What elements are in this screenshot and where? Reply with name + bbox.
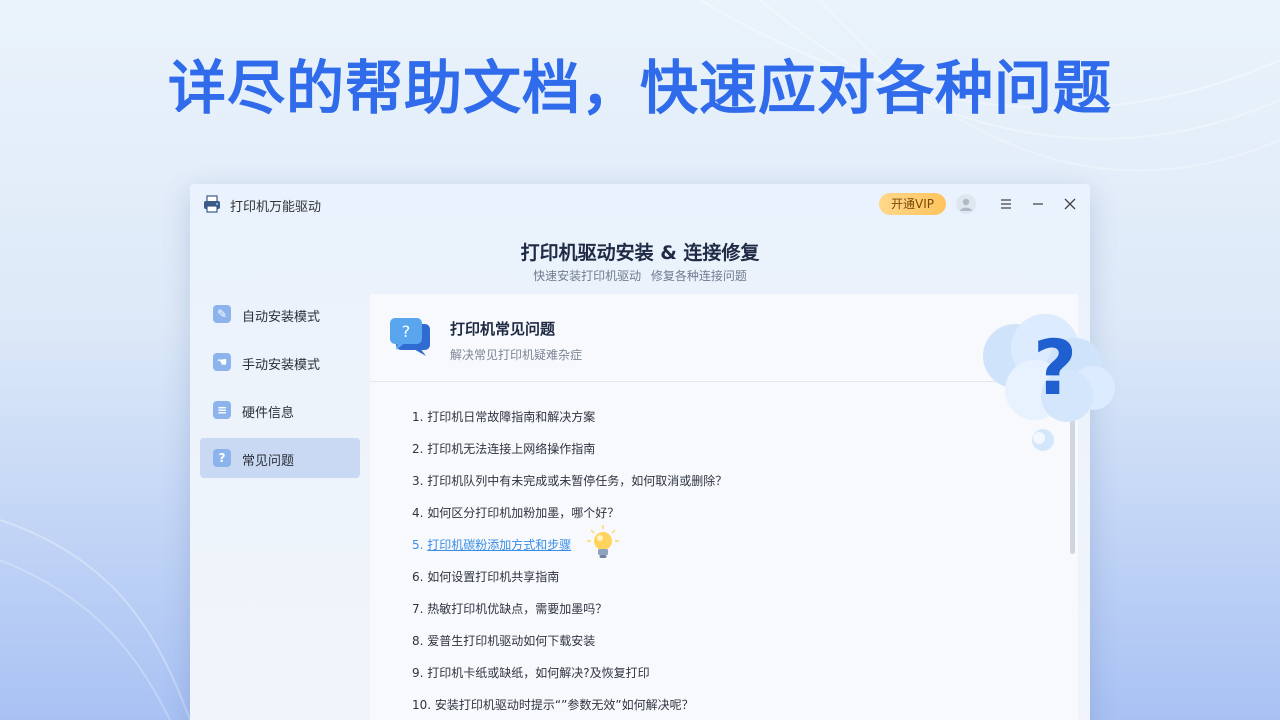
faq-number: 1.: [412, 410, 424, 424]
sidebar-item-manual-install[interactable]: ☚ 手动安装模式: [200, 342, 360, 382]
sidebar-item-hardware-info[interactable]: ≡ 硬件信息: [200, 390, 360, 430]
svg-text:?: ?: [402, 322, 411, 341]
app-name: 打印机万能驱动: [230, 200, 322, 215]
close-icon[interactable]: [1060, 194, 1080, 214]
faq-number: 4.: [412, 506, 424, 520]
question-icon: ?: [213, 449, 231, 467]
faq-text: 如何区分打印机加粉加墨，哪个好？: [427, 506, 620, 520]
printer-icon: [204, 195, 220, 213]
user-icon: [960, 198, 972, 211]
faq-list: 1. 打印机日常故障指南和解决方案 2. 打印机无法连接上网络操作指南 3. 打…: [412, 408, 727, 720]
avatar-icon[interactable]: [956, 194, 976, 214]
faq-number: 7.: [412, 602, 424, 616]
faq-number: 5.: [412, 538, 424, 552]
faq-panel-header: ? 打印机常见问题 解决常见打印机疑难杂症: [370, 294, 1078, 382]
faq-number: 3.: [412, 474, 424, 488]
app-window: 打印机万能驱动 开通VIP 打印机驱动安装 & 连接修复 快速安装打印机驱动 修…: [190, 184, 1090, 720]
faq-number: 9.: [412, 666, 424, 680]
window-subtitle: 快速安装打印机驱动 修复各种连接问题: [533, 269, 747, 283]
faq-item[interactable]: 2. 打印机无法连接上网络操作指南: [412, 440, 727, 472]
svg-text:?: ?: [1033, 323, 1077, 412]
sidebar: ✎ 自动安装模式 ☚ 手动安装模式 ≡ 硬件信息 ? 常见问题: [200, 294, 360, 478]
faq-item[interactable]: 10. 安装打印机驱动时提示“”参数无效”如何解决呢？: [412, 696, 727, 720]
faq-text: 打印机日常故障指南和解决方案: [427, 410, 596, 424]
faq-panel: ? 打印机常见问题 解决常见打印机疑难杂症 1. 打印机日常故障指南和解决方案 …: [370, 294, 1078, 720]
sidebar-item-auto-install[interactable]: ✎ 自动安装模式: [200, 294, 360, 334]
faq-text: 安装打印机驱动时提示“”参数无效”如何解决呢？: [434, 698, 694, 712]
faq-chat-icon: ?: [390, 318, 430, 356]
sidebar-item-label: 自动安装模式: [242, 310, 321, 325]
hand-icon: ☚: [213, 353, 231, 371]
faq-text: 热敏打印机优缺点，需要加墨吗？: [427, 602, 608, 616]
faq-text: 打印机无法连接上网络操作指南: [427, 442, 596, 456]
faq-item[interactable]: 3. 打印机队列中有未完成或未暂停任务，如何取消或删除？: [412, 472, 727, 504]
page-headline: 详尽的帮助文档，快速应对各种问题: [167, 54, 1112, 122]
faq-item[interactable]: 4. 如何区分打印机加粉加墨，哪个好？: [412, 504, 727, 536]
faq-subtitle: 解决常见打印机疑难杂症: [450, 348, 583, 362]
faq-item[interactable]: 9. 打印机卡纸或缺纸，如何解决?及恢复打印: [412, 664, 727, 696]
faq-text: 如何设置打印机共享指南: [427, 570, 560, 584]
faq-item[interactable]: 1. 打印机日常故障指南和解决方案: [412, 408, 727, 440]
faq-number: 6.: [412, 570, 424, 584]
window-main-title: 打印机驱动安装 & 连接修复: [520, 242, 760, 264]
question-cloud-icon: ?: [983, 314, 1115, 451]
faq-number: 10.: [412, 698, 432, 712]
menu-icon[interactable]: [996, 194, 1016, 214]
lightbulb-icon: [587, 525, 619, 558]
sidebar-item-faq[interactable]: ? 常见问题: [200, 438, 360, 478]
faq-text: 爱普生打印机驱动如何下载安装: [427, 634, 596, 648]
faq-number: 8.: [412, 634, 424, 648]
faq-title: 打印机常见问题: [450, 320, 556, 338]
minimize-icon[interactable]: [1028, 194, 1048, 214]
wrench-icon: ✎: [213, 305, 231, 323]
sidebar-item-label: 手动安装模式: [242, 358, 321, 373]
faq-item[interactable]: 6. 如何设置打印机共享指南: [412, 568, 727, 600]
faq-text: 打印机卡纸或缺纸，如何解决?及恢复打印: [427, 666, 650, 680]
sidebar-item-label: 硬件信息: [242, 406, 295, 421]
vip-button[interactable]: 开通VIP: [879, 193, 946, 215]
list-icon: ≡: [213, 401, 231, 419]
faq-link[interactable]: 打印机碳粉添加方式和步骤: [427, 538, 571, 552]
faq-text: 打印机队列中有未完成或未暂停任务，如何取消或删除？: [427, 474, 728, 488]
faq-item[interactable]: 7. 热敏打印机优缺点，需要加墨吗？: [412, 600, 727, 632]
faq-number: 2.: [412, 442, 424, 456]
sidebar-item-label: 常见问题: [242, 454, 295, 469]
title-bar: 打印机万能驱动 开通VIP: [190, 184, 1090, 224]
faq-item-hovered[interactable]: 5. 打印机碳粉添加方式和步骤: [412, 525, 727, 568]
faq-item[interactable]: 8. 爱普生打印机驱动如何下载安装: [412, 632, 727, 664]
